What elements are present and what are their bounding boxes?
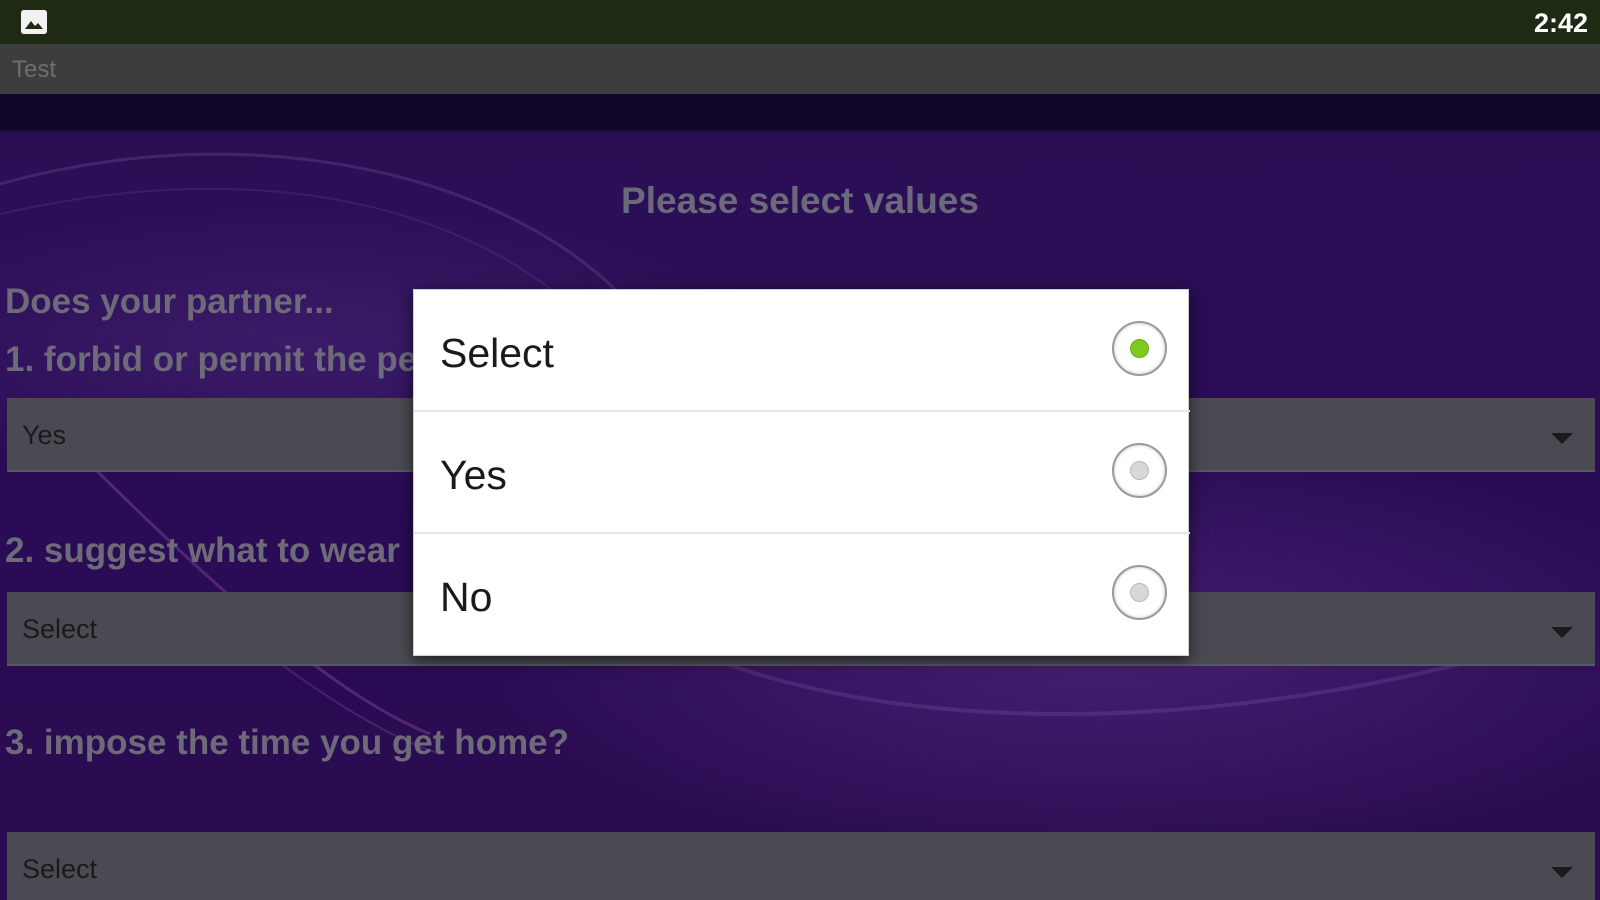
dialog-option-select[interactable]: Select xyxy=(414,290,1190,412)
choice-dialog: Select Yes No xyxy=(413,289,1190,656)
question-2-value: Select xyxy=(22,614,98,644)
radio-unchecked-icon[interactable] xyxy=(1112,443,1167,498)
question-2-label: 2. suggest what to wear xyxy=(5,531,400,570)
question-3-value: Select xyxy=(22,854,98,884)
question-1-value: Yes xyxy=(22,420,67,450)
question-1-label: 1. forbid or permit the pe xyxy=(5,340,418,379)
question-3-dropdown[interactable]: Select xyxy=(7,832,1595,900)
dialog-option-yes[interactable]: Yes xyxy=(414,412,1190,534)
dropdown-arrow-icon xyxy=(1551,867,1573,878)
option-label: Yes xyxy=(440,452,507,498)
radio-checked-icon[interactable] xyxy=(1112,321,1167,376)
question-3-label: 3. impose the time you get home? xyxy=(5,723,569,762)
image-notification-icon xyxy=(21,10,47,34)
dialog-option-no[interactable]: No xyxy=(414,534,1190,656)
status-bar: 2:42 xyxy=(0,0,1600,44)
dropdown-arrow-icon xyxy=(1551,627,1573,638)
radio-unchecked-icon[interactable] xyxy=(1112,565,1167,620)
option-label: Select xyxy=(440,330,554,376)
status-clock: 2:42 xyxy=(1533,8,1588,38)
page-heading: Please select values xyxy=(621,180,979,221)
dropdown-arrow-icon xyxy=(1551,433,1573,444)
app-bar: Test xyxy=(0,44,1600,94)
option-label: No xyxy=(440,574,493,620)
intro-label: Does your partner... xyxy=(5,282,334,321)
app-title: Test xyxy=(12,56,57,83)
